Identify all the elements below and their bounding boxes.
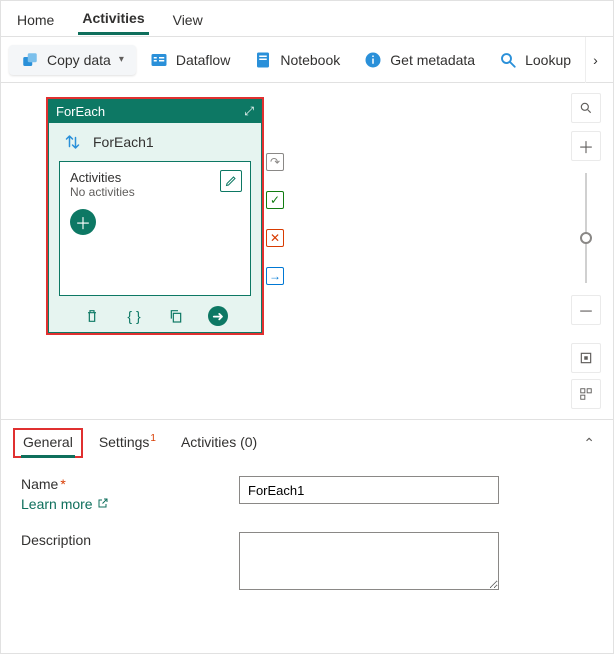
handle-failure[interactable]: ✕ — [266, 229, 284, 247]
notebook-icon — [254, 51, 272, 69]
nav-tab-home[interactable]: Home — [13, 4, 58, 34]
zoom-in-button[interactable]: ＋ — [571, 131, 601, 161]
tab-settings[interactable]: Settings1 — [89, 428, 165, 458]
chevron-right-icon: › — [593, 52, 598, 68]
toolbar-more-button[interactable]: › — [585, 37, 605, 83]
handle-completion[interactable]: ↷ — [266, 153, 284, 171]
foreach-node-selection: ForEach ⤢ ForEach1 Activities No activit… — [46, 97, 264, 335]
details-body: Name* Learn more Description — [1, 458, 613, 653]
minimap-button[interactable] — [571, 379, 601, 409]
name-label: Name — [21, 476, 58, 492]
no-activities-label: No activities — [70, 185, 240, 199]
get-metadata-label: Get metadata — [390, 52, 475, 68]
node-header[interactable]: ForEach ⤢ — [48, 99, 262, 123]
copy-data-label: Copy data — [47, 52, 111, 68]
node-output-handles: ↷ ✓ ✕ → — [266, 153, 284, 285]
get-metadata-button[interactable]: Get metadata — [354, 45, 485, 75]
canvas-search-button[interactable] — [571, 93, 601, 123]
expand-icon[interactable]: ⤢ — [244, 104, 254, 119]
name-input[interactable] — [239, 476, 499, 504]
zoom-slider-track[interactable] — [585, 173, 587, 283]
tab-settings-label: Settings — [99, 434, 150, 450]
description-input[interactable] — [239, 532, 499, 590]
delete-button[interactable] — [82, 306, 102, 326]
chevron-down-icon: ▾ — [119, 54, 124, 65]
code-button[interactable]: { } — [124, 306, 144, 326]
activities-container[interactable]: Activities No activities ＋ — [59, 161, 251, 296]
lookup-label: Lookup — [525, 52, 571, 68]
zoom-slider-thumb[interactable] — [580, 232, 592, 244]
copy-data-icon — [21, 51, 39, 69]
foreach-node[interactable]: ForEach ⤢ ForEach1 Activities No activit… — [48, 99, 262, 333]
details-tabs: General Settings1 Activities (0) ⌃ — [1, 420, 613, 458]
dataflow-button[interactable]: Dataflow — [140, 45, 240, 75]
foreach-icon — [65, 133, 83, 151]
name-label-group: Name* Learn more — [21, 476, 221, 512]
handle-success[interactable]: ✓ — [266, 191, 284, 209]
top-nav: Home Activities View — [1, 1, 613, 37]
details-panel: General Settings1 Activities (0) ⌃ Name*… — [1, 419, 613, 653]
edit-activities-button[interactable] — [220, 170, 242, 192]
dataflow-icon — [150, 51, 168, 69]
add-activity-button[interactable]: ＋ — [70, 209, 96, 235]
copy-data-button[interactable]: Copy data ▾ — [9, 45, 136, 75]
nav-tab-view[interactable]: View — [169, 4, 207, 34]
settings-badge: 1 — [150, 433, 156, 444]
nav-tab-activities[interactable]: Activities — [78, 2, 148, 35]
search-icon — [499, 51, 517, 69]
activities-label: Activities — [70, 170, 240, 185]
learn-more-link[interactable]: Learn more — [21, 492, 109, 512]
info-icon — [364, 51, 382, 69]
notebook-button[interactable]: Notebook — [244, 45, 350, 75]
required-star: * — [60, 476, 65, 492]
dataflow-label: Dataflow — [176, 52, 230, 68]
open-button[interactable]: ➜ — [208, 306, 228, 326]
clone-button[interactable] — [166, 306, 186, 326]
node-action-bar: { } ➜ — [59, 302, 251, 328]
tab-general[interactable]: General — [13, 428, 83, 458]
handle-skip[interactable]: → — [266, 267, 284, 285]
node-type-label: ForEach — [56, 104, 105, 119]
activities-toolbar: Copy data ▾ Dataflow Notebook Get metada… — [1, 37, 613, 83]
fit-to-screen-button[interactable] — [571, 343, 601, 373]
pipeline-canvas[interactable]: ForEach ⤢ ForEach1 Activities No activit… — [1, 83, 613, 419]
external-link-icon — [97, 496, 109, 512]
zoom-out-button[interactable]: － — [571, 295, 601, 325]
collapse-panel-button[interactable]: ⌃ — [583, 435, 595, 452]
node-name-label: ForEach1 — [93, 134, 154, 150]
description-label: Description — [21, 532, 221, 548]
canvas-tools-rail: ＋ － — [569, 93, 603, 325]
notebook-label: Notebook — [280, 52, 340, 68]
tab-activities[interactable]: Activities (0) — [171, 428, 267, 458]
canvas-tools-bottom — [569, 343, 603, 409]
lookup-button[interactable]: Lookup — [489, 45, 581, 75]
